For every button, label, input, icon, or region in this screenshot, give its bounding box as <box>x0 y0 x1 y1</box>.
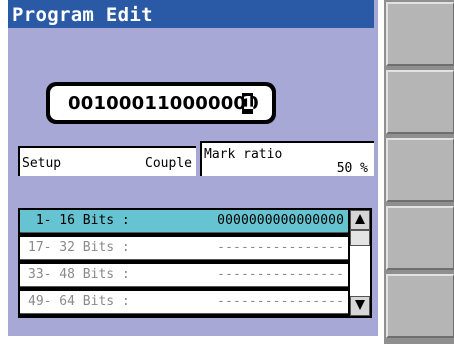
page-title: Program Edit <box>12 4 153 26</box>
bit-row-value: 0000000000000000 <box>217 213 344 228</box>
bit-pattern-value: 001000110000000 <box>68 93 259 114</box>
softkey-4[interactable] <box>386 206 454 270</box>
bit-list-scrollbar[interactable] <box>350 210 370 316</box>
edit-cursor: 1 <box>242 93 255 114</box>
softkey-3[interactable] <box>386 138 454 202</box>
mark-ratio-label: Mark ratio <box>204 147 283 162</box>
bit-row-label: 33- 48 Bits : <box>28 267 130 282</box>
screen: Program Edit 001000110000000 1 Setup Cou… <box>0 0 454 344</box>
bit-row-label: 49- 64 Bits : <box>28 294 130 309</box>
setup-value: Couple <box>145 156 192 171</box>
softkey-5[interactable] <box>386 274 454 338</box>
mark-ratio-field[interactable]: Mark ratio 50 % <box>200 141 374 176</box>
bit-row-label: 1- 16 Bits : <box>28 213 130 228</box>
bit-row-value: ---------------- <box>217 240 344 255</box>
bit-row-1-16[interactable]: 1- 16 Bits : 0000000000000000 <box>20 210 348 233</box>
bit-row-17-32[interactable]: 17- 32 Bits : ---------------- <box>20 237 348 260</box>
scroll-thumb[interactable] <box>350 230 370 246</box>
bit-pattern-inner: 001000110000000 1 <box>50 86 272 120</box>
softkey-2[interactable] <box>386 70 454 134</box>
setup-label: Setup <box>22 156 62 171</box>
softkey-1[interactable] <box>386 2 454 66</box>
scroll-down-button[interactable] <box>350 296 370 316</box>
mark-ratio-value: 50 % <box>336 161 368 176</box>
scroll-up-button[interactable] <box>350 210 370 230</box>
bit-list: 1- 16 Bits : 0000000000000000 17- 32 Bit… <box>18 208 372 318</box>
title-bar: Program Edit <box>8 0 374 28</box>
arrow-down-icon <box>355 300 365 310</box>
program-edit-panel: Program Edit 001000110000000 1 Setup Cou… <box>8 0 378 336</box>
arrow-up-icon <box>355 214 365 224</box>
bit-row-value: ---------------- <box>217 267 344 282</box>
bit-pattern-field[interactable]: 001000110000000 1 <box>46 82 276 124</box>
softkey-panel <box>384 0 454 344</box>
bit-row-49-64[interactable]: 49- 64 Bits : ---------------- <box>20 291 348 314</box>
bit-row-value: ---------------- <box>217 294 344 309</box>
bit-row-33-48[interactable]: 33- 48 Bits : ---------------- <box>20 264 348 287</box>
setup-field[interactable]: Setup Couple <box>18 146 196 176</box>
bit-row-label: 17- 32 Bits : <box>28 240 130 255</box>
